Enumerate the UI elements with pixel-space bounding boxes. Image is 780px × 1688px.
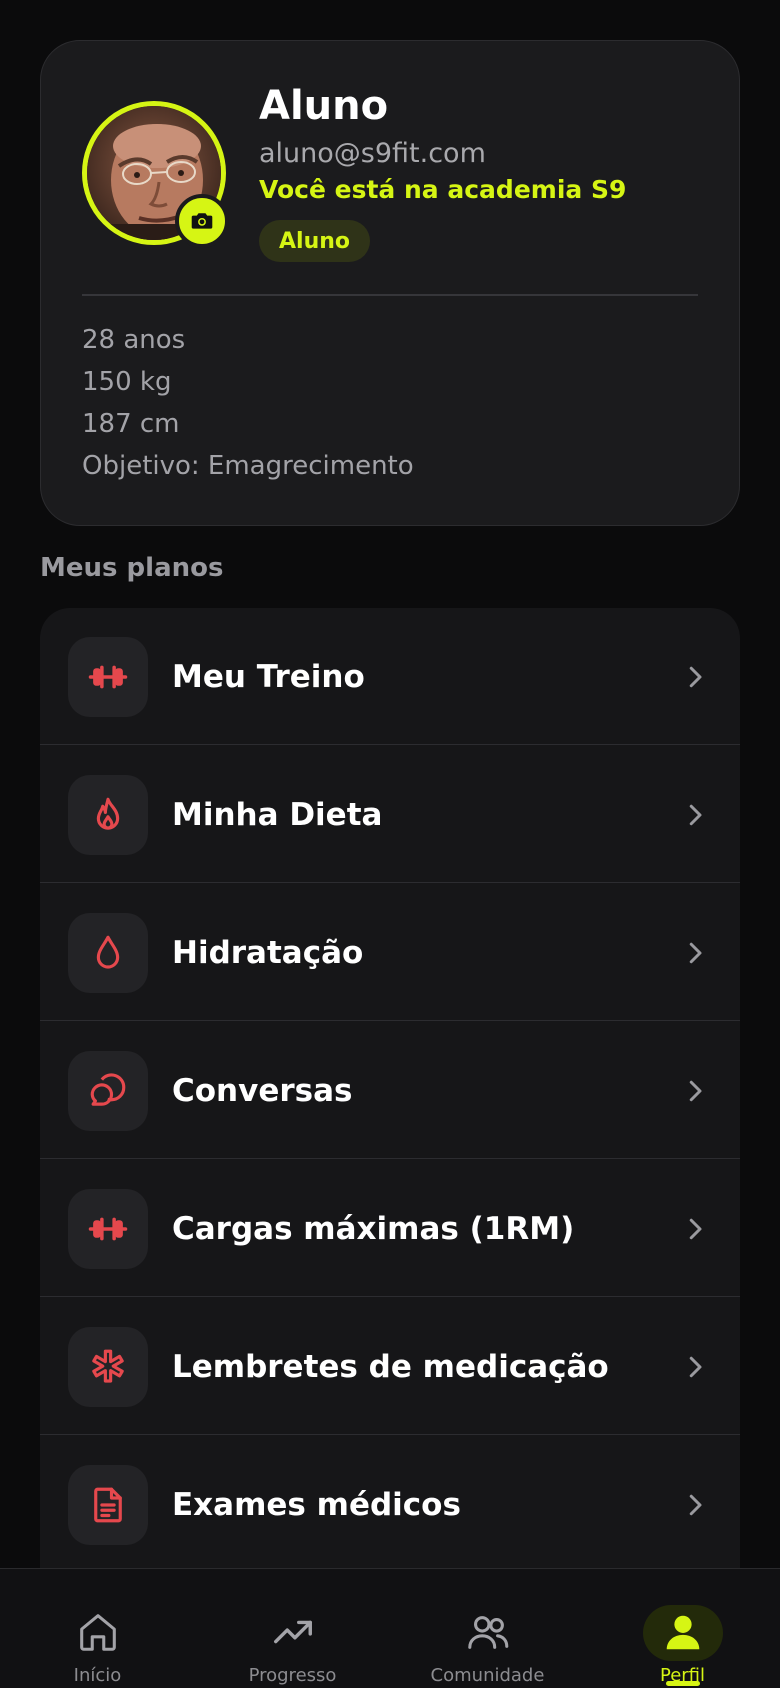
- menu-item-label: Conversas: [172, 1072, 353, 1109]
- home-icon: [79, 1614, 116, 1651]
- divider: [40, 1019, 740, 1021]
- trending-up-icon: [273, 1620, 312, 1644]
- role-badge: Aluno: [259, 220, 371, 262]
- menu-item-meu-treino[interactable]: Meu Treino: [40, 608, 740, 745]
- chevron-right-icon: [689, 1080, 702, 1102]
- menu-icon-container: [68, 775, 148, 855]
- card-divider: [82, 294, 698, 296]
- nav-active-bar: [665, 1681, 700, 1686]
- flame-icon: [96, 797, 120, 830]
- plans-menu: Meu Treino Minha Dieta Hidratação Conver…: [40, 608, 740, 1648]
- menu-item-label: Lembretes de medicação: [172, 1348, 609, 1385]
- menu-item-label: Meu Treino: [172, 658, 365, 695]
- divider: [40, 881, 740, 883]
- nav-label: Comunidade: [430, 1665, 545, 1686]
- users-icon: [467, 1616, 508, 1649]
- profile-screen: Aluno aluno@s9fit.com Você está na acade…: [0, 0, 780, 1688]
- chevron-right-icon: [689, 1356, 702, 1378]
- gym-status: Você está na academia S9: [259, 175, 627, 204]
- profile-stats: 28 anos 150 kg 187 cm Objetivo: Emagreci…: [82, 319, 414, 487]
- droplet-icon: [96, 935, 120, 969]
- profile-card: Aluno aluno@s9fit.com Você está na acade…: [40, 40, 740, 526]
- user-name: Aluno: [259, 83, 389, 129]
- menu-icon-container: [68, 1327, 148, 1407]
- divider: [40, 1433, 740, 1435]
- user-email: aluno@s9fit.com: [259, 138, 486, 169]
- user-icon: [666, 1615, 699, 1650]
- menu-item-minha-dieta[interactable]: Minha Dieta: [40, 746, 740, 883]
- menu-item-label: Cargas máximas (1RM): [172, 1210, 575, 1247]
- chevron-right-icon: [689, 666, 702, 688]
- menu-item-label: Exames médicos: [172, 1486, 461, 1523]
- stat-goal: Objetivo: Emagrecimento: [82, 451, 414, 481]
- menu-item-label: Hidratação: [172, 934, 364, 971]
- nav-item-progress[interactable]: Progresso: [195, 1569, 390, 1688]
- menu-item-conversas[interactable]: Conversas: [40, 1022, 740, 1159]
- menu-icon-container: [68, 1051, 148, 1131]
- change-photo-button[interactable]: [175, 194, 229, 248]
- document-icon: [94, 1487, 122, 1523]
- chevron-right-icon: [689, 1494, 702, 1516]
- chevron-right-icon: [689, 942, 702, 964]
- chevron-right-icon: [689, 804, 702, 826]
- menu-item-cargas-maximas[interactable]: Cargas máximas (1RM): [40, 1160, 740, 1297]
- section-title: Meus planos: [40, 553, 224, 583]
- divider: [40, 1157, 740, 1159]
- stat-age: 28 anos: [82, 325, 186, 355]
- menu-icon-container: [68, 913, 148, 993]
- menu-item-label: Minha Dieta: [172, 796, 383, 833]
- nav-item-profile[interactable]: Perfil: [585, 1569, 780, 1688]
- nav-item-home[interactable]: Início: [0, 1569, 195, 1688]
- nav-label: Início: [73, 1665, 122, 1686]
- menu-item-hidratacao[interactable]: Hidratação: [40, 884, 740, 1021]
- stat-weight: 150 kg: [82, 367, 172, 397]
- dumbbell-icon: [88, 665, 128, 689]
- nav-label: Progresso: [248, 1665, 337, 1686]
- camera-icon: [191, 213, 213, 229]
- stat-height: 187 cm: [82, 409, 180, 439]
- menu-icon-container: [68, 1189, 148, 1269]
- divider: [40, 743, 740, 745]
- chat-icon: [90, 1073, 126, 1106]
- bottom-nav: Início Progresso Comunidade Perfil: [0, 1568, 780, 1688]
- chevron-right-icon: [689, 1218, 702, 1240]
- divider: [40, 1295, 740, 1297]
- nav-item-community[interactable]: Comunidade: [390, 1569, 585, 1688]
- menu-icon-container: [68, 637, 148, 717]
- menu-item-lembretes-medicacao[interactable]: Lembretes de medicação: [40, 1298, 740, 1435]
- menu-item-exames-medicos[interactable]: Exames médicos: [40, 1436, 740, 1573]
- medical-asterisk-icon: [92, 1349, 124, 1383]
- dumbbell-icon: [88, 1217, 128, 1241]
- menu-icon-container: [68, 1465, 148, 1545]
